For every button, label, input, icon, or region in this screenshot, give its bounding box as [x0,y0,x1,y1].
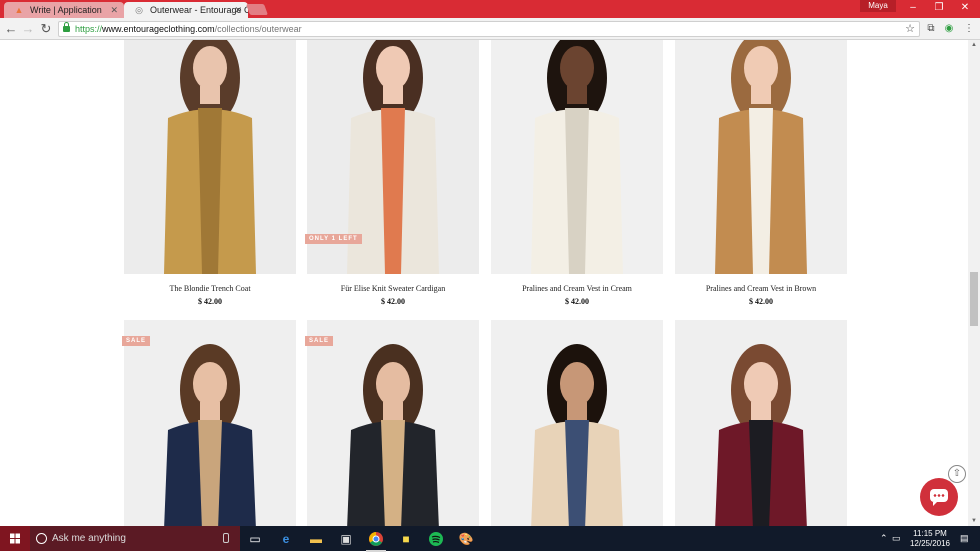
tab-title: Write | Application [30,5,102,15]
product-price: $ 42.00 [198,297,222,306]
product-image[interactable] [491,320,663,526]
product-image[interactable] [124,40,296,274]
clock-date: 12/25/2016 [909,539,951,548]
url-path: /collections/outerwear [214,24,302,34]
minimize-icon[interactable]: – [900,0,926,16]
close-tab-icon[interactable]: ✕ [110,2,118,18]
product-name[interactable]: Pralines and Cream Vest in Cream [491,284,663,293]
chrome-icon[interactable] [366,529,386,552]
chat-dots [933,494,945,497]
product-name[interactable]: The Blondie Trench Coat [124,284,296,293]
cortana-icon [36,533,47,544]
chrome-logo [369,532,383,546]
model-photo [715,344,807,526]
product-image[interactable] [675,40,847,274]
address-bar[interactable]: https://www.entourageclothing.com/collec… [58,21,920,37]
new-tab-button[interactable] [245,4,269,15]
product-image[interactable] [491,40,663,274]
extension-icon[interactable]: ◉ [942,22,956,36]
scroll-to-top-icon[interactable]: ⇧ [948,465,966,483]
microphone-icon[interactable] [223,533,229,543]
scrollbar-thumb[interactable] [970,272,978,326]
back-arrow-icon[interactable]: ← [3,21,19,37]
browser-title-bar: ▲ Write | Application ✕ ◎ Outerwear - En… [0,0,980,18]
sale-badge: SALE [305,336,334,346]
product-price: $ 42.00 [565,297,589,306]
clock-time: 11:15 PM [913,529,947,538]
stock-badge: ONLY 1 LEFT [305,234,362,244]
product-price: $ 42.00 [381,297,405,306]
clock[interactable]: 11:15 PM 12/25/2016 [904,529,956,549]
sale-badge: SALE [122,336,151,346]
paint-icon[interactable]: 🎨 [456,529,476,549]
product-image[interactable] [307,320,479,526]
close-tab-icon[interactable]: ✕ [234,2,242,18]
product-price: $ 42.00 [749,297,773,306]
maximize-icon[interactable]: ❐ [926,0,952,16]
url-host: www.entourageclothing.com [102,24,215,34]
search-placeholder: Ask me anything [52,533,126,544]
menu-icon[interactable]: ⋮ [962,22,976,36]
globe-icon: ◎ [135,5,143,15]
url-text: https://www.entourageclothing.com/collec… [75,22,302,36]
reload-icon[interactable]: ↻ [38,21,54,37]
cortana-search-box[interactable]: Ask me anything [30,526,240,551]
scrollbar[interactable]: ▲ ▼ [968,40,980,526]
file-explorer-icon[interactable]: ▬ [306,529,326,549]
speech-bubble-tray-icon[interactable]: ▭ [892,532,901,544]
close-window-icon[interactable]: ✕ [952,0,978,16]
product-name[interactable]: Pralines and Cream Vest in Brown [675,284,847,293]
notifications-icon[interactable]: ▤ [960,532,969,544]
scroll-down-arrow-icon[interactable]: ▼ [968,516,980,526]
product-name[interactable]: Für Elise Knit Sweater Cardigan [307,284,479,293]
model-photo [715,40,807,274]
model-photo [531,344,623,526]
model-photo [531,40,623,274]
cast-icon[interactable]: ⧉ [924,22,938,36]
tab-outerwear[interactable]: ◎ Outerwear - Entourage C ✕ [124,2,248,18]
tray-chevron-icon[interactable]: ⌃ [880,532,888,544]
model-photo [164,40,256,274]
windows-taskbar: Ask me anything ▭ e ▬ ▣ ■ 🎨 ⌃ ▭ 11:15 PM… [0,526,980,552]
windows-logo-icon [10,533,20,544]
task-view-icon[interactable]: ▭ [245,529,265,549]
tab-title: Outerwear - Entourage C [150,5,248,15]
browser-toolbar: ← → ↻ https://www.entourageclothing.com/… [0,18,980,40]
spotify-icon[interactable] [426,529,446,549]
sticky-notes-icon[interactable]: ■ [396,529,416,549]
forward-arrow-icon[interactable]: → [20,21,36,37]
profile-button[interactable]: Maya [860,0,896,12]
product-image[interactable] [124,320,296,526]
flame-icon: ▲ [14,5,24,15]
lock-icon [63,22,70,32]
url-scheme: https:// [75,24,103,34]
collection-page: The Blondie Trench Coat $ 42.00 ONLY 1 LEF… [0,40,968,526]
chat-button[interactable] [920,478,958,516]
tab-write-application[interactable]: ▲ Write | Application ✕ [4,2,124,18]
spotify-logo [429,532,443,546]
edge-icon[interactable]: e [276,529,296,549]
bookmark-star-icon[interactable]: ☆ [905,22,915,36]
scroll-up-arrow-icon[interactable]: ▲ [968,40,980,50]
store-icon[interactable]: ▣ [336,529,356,549]
start-button[interactable] [0,526,30,551]
product-image[interactable] [675,320,847,526]
model-photo [347,344,439,526]
model-photo [164,344,256,526]
